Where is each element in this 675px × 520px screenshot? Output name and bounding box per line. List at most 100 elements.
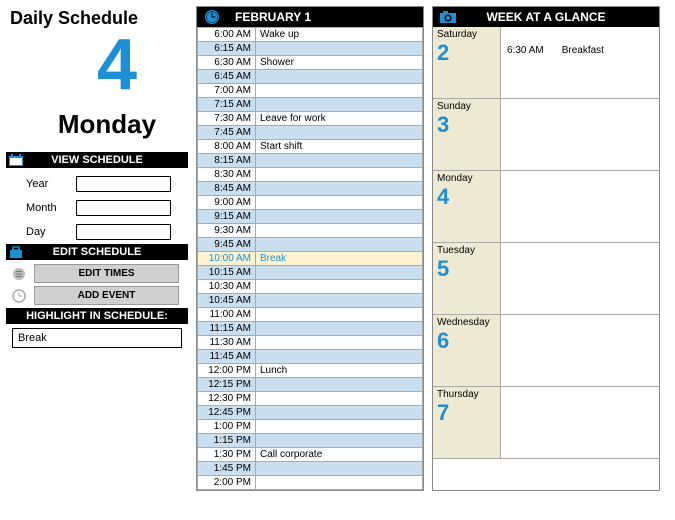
week-day-row[interactable]: Tuesday5	[433, 243, 659, 315]
schedule-row[interactable]: 12:30 PM	[198, 392, 423, 406]
event-cell	[256, 266, 423, 280]
event-cell	[256, 476, 423, 490]
week-day-number: 7	[437, 400, 496, 426]
schedule-row[interactable]: 6:00 AMWake up	[198, 28, 423, 42]
time-cell: 10:00 AM	[198, 252, 256, 266]
schedule-row[interactable]: 7:15 AM	[198, 98, 423, 112]
schedule-row[interactable]: 2:00 PM	[198, 476, 423, 490]
time-cell: 12:15 PM	[198, 378, 256, 392]
week-day-number: 6	[437, 328, 496, 354]
time-cell: 7:15 AM	[198, 98, 256, 112]
month-input[interactable]	[76, 200, 171, 216]
week-day-row[interactable]: Monday4	[433, 171, 659, 243]
current-day-number: 4	[6, 29, 188, 101]
schedule-row[interactable]: 9:30 AM	[198, 224, 423, 238]
week-day-row[interactable]: Sunday3	[433, 99, 659, 171]
week-events	[501, 315, 659, 386]
year-label: Year	[26, 178, 76, 190]
week-day-row[interactable]: Saturday26:30 AMBreakfast	[433, 27, 659, 99]
time-cell: 12:30 PM	[198, 392, 256, 406]
event-cell	[256, 98, 423, 112]
week-day-row[interactable]: Thursday7	[433, 387, 659, 459]
list-icon	[11, 267, 27, 281]
event-time: 6:30 AM	[507, 45, 544, 96]
schedule-row[interactable]: 12:45 PM	[198, 406, 423, 420]
time-cell: 2:00 PM	[198, 476, 256, 490]
event-cell	[256, 420, 423, 434]
time-cell: 1:00 PM	[198, 420, 256, 434]
year-input[interactable]	[76, 176, 171, 192]
highlight-value[interactable]: Break	[12, 328, 182, 348]
schedule-row[interactable]: 6:30 AMShower	[198, 56, 423, 70]
schedule-row[interactable]: 11:15 AM	[198, 322, 423, 336]
schedule-row[interactable]: 6:15 AM	[198, 42, 423, 56]
schedule-row[interactable]: 1:00 PM	[198, 420, 423, 434]
schedule-row[interactable]: 1:30 PMCall corporate	[198, 448, 423, 462]
schedule-row[interactable]: 11:00 AM	[198, 308, 423, 322]
week-day-cell: Tuesday5	[433, 243, 501, 314]
schedule-row[interactable]: 12:00 PMLunch	[198, 364, 423, 378]
week-day-name: Thursday	[437, 389, 496, 400]
week-day-cell: Sunday3	[433, 99, 501, 170]
schedule-row[interactable]: 6:45 AM	[198, 70, 423, 84]
week-day-name: Saturday	[437, 29, 496, 40]
week-events	[501, 171, 659, 242]
time-cell: 9:00 AM	[198, 196, 256, 210]
day-input[interactable]	[76, 224, 171, 240]
time-cell: 1:15 PM	[198, 434, 256, 448]
schedule-row[interactable]: 10:45 AM	[198, 294, 423, 308]
schedule-row[interactable]: 8:30 AM	[198, 168, 423, 182]
event-cell	[256, 238, 423, 252]
calendar-icon	[8, 153, 24, 167]
time-cell: 1:45 PM	[198, 462, 256, 476]
time-cell: 8:30 AM	[198, 168, 256, 182]
event-cell	[256, 406, 423, 420]
schedule-row[interactable]: 7:00 AM	[198, 84, 423, 98]
schedule-row[interactable]: 11:30 AM	[198, 336, 423, 350]
schedule-row[interactable]: 1:45 PM	[198, 462, 423, 476]
schedule-row[interactable]: 10:15 AM	[198, 266, 423, 280]
schedule-row[interactable]: 8:15 AM	[198, 154, 423, 168]
add-event-button[interactable]: ADD EVENT	[34, 286, 179, 305]
time-cell: 9:45 AM	[198, 238, 256, 252]
schedule-row[interactable]: 7:30 AMLeave for work	[198, 112, 423, 126]
week-events	[501, 99, 659, 170]
week-day-name: Sunday	[437, 101, 496, 112]
time-cell: 6:15 AM	[198, 42, 256, 56]
time-cell: 6:00 AM	[198, 28, 256, 42]
time-cell: 11:30 AM	[198, 336, 256, 350]
schedule-row[interactable]: 10:00 AMBreak	[198, 252, 423, 266]
time-cell: 6:30 AM	[198, 56, 256, 70]
event-name: Breakfast	[562, 45, 604, 96]
event-cell	[256, 154, 423, 168]
highlight-header: HIGHLIGHT IN SCHEDULE:	[6, 308, 188, 324]
schedule-row[interactable]: 1:15 PM	[198, 434, 423, 448]
week-header: WEEK AT A GLANCE	[433, 7, 659, 27]
month-label: Month	[26, 202, 76, 214]
schedule-row[interactable]: 11:45 AM	[198, 350, 423, 364]
schedule-row[interactable]: 9:45 AM	[198, 238, 423, 252]
event-cell: Shower	[256, 56, 423, 70]
edit-times-button[interactable]: EDIT TIMES	[34, 264, 179, 283]
week-day-row[interactable]: Wednesday6	[433, 315, 659, 387]
schedule-row[interactable]: 7:45 AM	[198, 126, 423, 140]
event-cell: Start shift	[256, 140, 423, 154]
schedule-row[interactable]: 8:45 AM	[198, 182, 423, 196]
schedule-row[interactable]: 9:00 AM	[198, 196, 423, 210]
time-cell: 8:45 AM	[198, 182, 256, 196]
schedule-date-header: FEBRUARY 1	[197, 7, 423, 27]
event-cell: Call corporate	[256, 448, 423, 462]
week-day-name: Monday	[437, 173, 496, 184]
event-cell	[256, 392, 423, 406]
schedule-row[interactable]: 10:30 AM	[198, 280, 423, 294]
event-cell	[256, 462, 423, 476]
week-day-number: 4	[437, 184, 496, 210]
time-cell: 8:00 AM	[198, 140, 256, 154]
event-cell	[256, 322, 423, 336]
schedule-row[interactable]: 12:15 PM	[198, 378, 423, 392]
event-cell	[256, 294, 423, 308]
schedule-row[interactable]: 8:00 AMStart shift	[198, 140, 423, 154]
time-cell: 11:45 AM	[198, 350, 256, 364]
time-cell: 8:15 AM	[198, 154, 256, 168]
schedule-row[interactable]: 9:15 AM	[198, 210, 423, 224]
